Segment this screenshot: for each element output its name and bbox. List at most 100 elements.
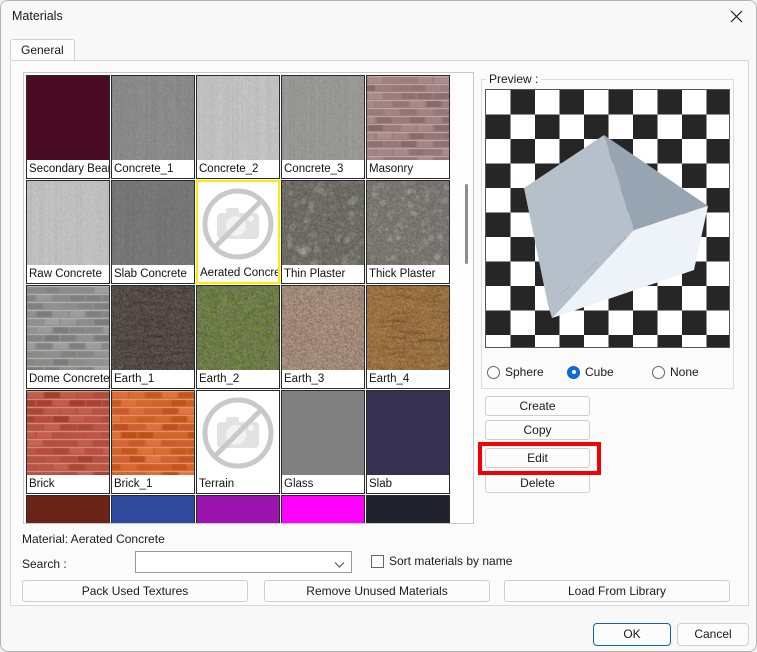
no-image-icon [197, 391, 279, 475]
material-label: Concrete_3 [282, 160, 364, 178]
material-thumbnail [367, 286, 449, 370]
material-cell[interactable] [111, 495, 195, 524]
material-label: Brick [27, 475, 109, 493]
material-thumbnail [367, 391, 449, 475]
material-thumbnail [282, 286, 364, 370]
material-cell[interactable]: Concrete_1 [111, 75, 195, 179]
material-label: Concrete_1 [112, 160, 194, 178]
cancel-button[interactable]: Cancel [677, 623, 749, 646]
material-cell[interactable]: Earth_1 [111, 285, 195, 389]
remove-unused-materials-button[interactable]: Remove Unused Materials [264, 580, 490, 602]
material-thumbnail [27, 286, 109, 370]
material-thumbnail [282, 181, 364, 265]
materials-dialog: Materials General Secondary BeamConcrete… [0, 0, 757, 652]
edit-button[interactable]: Edit [485, 448, 590, 468]
material-cell[interactable]: Concrete_3 [281, 75, 365, 179]
material-label: Earth_3 [282, 370, 364, 388]
title-bar: Materials [1, 1, 757, 33]
search-combobox[interactable] [135, 551, 352, 573]
material-thumbnail [112, 286, 194, 370]
material-cell[interactable]: Dome Concrete [26, 285, 110, 389]
material-thumbnail [112, 496, 194, 524]
selected-material-status: Material: Aerated Concrete [22, 532, 165, 546]
load-from-library-button[interactable]: Load From Library [504, 580, 730, 602]
cube-preview-icon [486, 90, 729, 347]
material-thumbnail [27, 496, 109, 524]
materials-grid-scrollbar[interactable] [461, 74, 472, 524]
material-cell[interactable]: Raw Concrete [26, 180, 110, 284]
material-label: Secondary Beam [27, 160, 109, 178]
material-label: Concrete_2 [197, 160, 279, 178]
material-label: Slab Concrete [112, 265, 194, 283]
material-thumbnail [112, 181, 194, 265]
material-cell[interactable]: Earth_3 [281, 285, 365, 389]
sort-materials-label: Sort materials by name [389, 554, 512, 568]
material-cell[interactable]: Glass [281, 390, 365, 494]
preview-legend-label: Preview : [486, 72, 541, 86]
close-icon [730, 10, 743, 23]
radio-cube-label: Cube [585, 365, 614, 379]
material-thumbnail [27, 391, 109, 475]
material-cell[interactable] [26, 495, 110, 524]
material-label: Terrain [197, 475, 279, 493]
tab-strip: General [10, 39, 749, 61]
material-thumbnail [27, 181, 109, 265]
material-thumbnail [367, 181, 449, 265]
material-cell[interactable]: Masonry [366, 75, 450, 179]
material-cell[interactable]: Slab [366, 390, 450, 494]
copy-button[interactable]: Copy [485, 420, 590, 440]
radio-sphere-mark [487, 366, 500, 379]
material-cell[interactable]: Earth_2 [196, 285, 280, 389]
material-cell[interactable]: Concrete_2 [196, 75, 280, 179]
material-cell[interactable]: Thick Plaster [366, 180, 450, 284]
material-thumbnail [282, 496, 364, 524]
radio-sphere[interactable]: Sphere [487, 363, 544, 381]
sort-materials-checkbox[interactable]: Sort materials by name [371, 554, 512, 568]
radio-cube-mark [567, 366, 580, 379]
material-cell[interactable]: Earth_4 [366, 285, 450, 389]
create-button[interactable]: Create [485, 396, 590, 416]
material-cell[interactable]: Brick [26, 390, 110, 494]
material-thumbnail [27, 76, 109, 160]
materials-grid-content: Secondary BeamConcrete_1Concrete_2Concre… [25, 74, 462, 524]
material-label: Earth_4 [367, 370, 449, 388]
material-thumbnail [282, 391, 364, 475]
material-thumbnail [197, 76, 279, 160]
material-thumbnail [367, 496, 449, 524]
radio-cube[interactable]: Cube [567, 363, 614, 381]
window-title: Materials [12, 9, 63, 23]
scrollbar-thumb[interactable] [465, 184, 468, 264]
material-label: Thin Plaster [282, 265, 364, 283]
material-label: Brick_1 [112, 475, 194, 493]
material-label: Earth_2 [197, 370, 279, 388]
delete-button[interactable]: Delete [485, 473, 590, 493]
tab-general[interactable]: General [10, 39, 75, 61]
material-thumbnail [112, 76, 194, 160]
material-cell[interactable]: Aerated Concrete [196, 180, 280, 284]
material-thumbnail [367, 76, 449, 160]
materials-grid[interactable]: Secondary BeamConcrete_1Concrete_2Concre… [23, 72, 474, 524]
radio-sphere-label: Sphere [505, 365, 544, 379]
material-cell[interactable] [366, 495, 450, 524]
material-cell[interactable]: Secondary Beam [26, 75, 110, 179]
material-cell[interactable]: Slab Concrete [111, 180, 195, 284]
pack-used-textures-button[interactable]: Pack Used Textures [22, 580, 248, 602]
chevron-down-icon [334, 558, 345, 572]
radio-none[interactable]: None [652, 363, 699, 381]
material-cell[interactable] [281, 495, 365, 524]
material-label: Slab [367, 475, 449, 493]
material-thumbnail [197, 286, 279, 370]
ok-button[interactable]: OK [593, 623, 671, 646]
preview-canvas [485, 89, 730, 348]
material-label: Raw Concrete [27, 265, 109, 283]
material-cell[interactable]: Thin Plaster [281, 180, 365, 284]
material-cell[interactable] [196, 495, 280, 524]
material-cell[interactable]: Brick_1 [111, 390, 195, 494]
material-cell[interactable]: Terrain [196, 390, 280, 494]
no-image-icon [198, 182, 278, 266]
radio-none-label: None [670, 365, 699, 379]
material-label: Earth_1 [112, 370, 194, 388]
close-button[interactable] [714, 1, 757, 32]
checkbox-mark [371, 555, 384, 568]
radio-none-mark [652, 366, 665, 379]
